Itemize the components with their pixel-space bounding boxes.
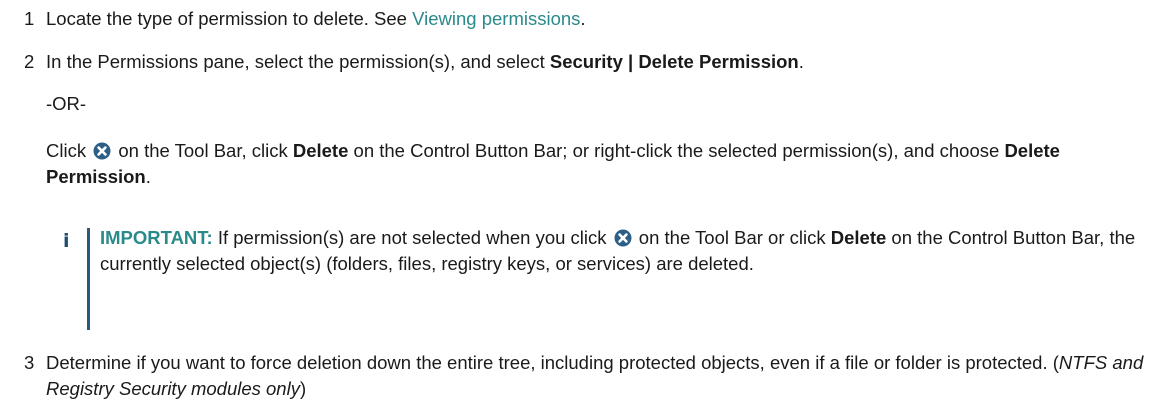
important-label: IMPORTANT: [100, 227, 213, 248]
delete-x-icon [93, 142, 111, 160]
step-1-text: Locate the type of permission to delete.… [46, 8, 586, 29]
note-divider [87, 228, 90, 330]
document: 1 Locate the type of permission to delet… [0, 0, 1169, 411]
step-3-text: Determine if you want to force deletion … [46, 352, 1144, 399]
step-3-number: 3 [24, 352, 35, 373]
step-2-text: In the Permissions pane, select the perm… [46, 51, 804, 72]
important-note: IMPORTANT: If permission(s) are not sele… [100, 227, 1136, 274]
step-2-number: 2 [24, 51, 35, 72]
delete-x-icon [614, 229, 632, 247]
menu-path: Security | Delete Permission [549, 51, 799, 72]
step-2-alternative: Click on the Tool Bar, click Delete on t… [46, 140, 1060, 187]
info-icon: i [63, 230, 70, 252]
or-separator: -OR- [46, 93, 87, 114]
viewing-permissions-link[interactable]: Viewing permissions [412, 8, 580, 29]
step-1-number: 1 [24, 8, 35, 29]
